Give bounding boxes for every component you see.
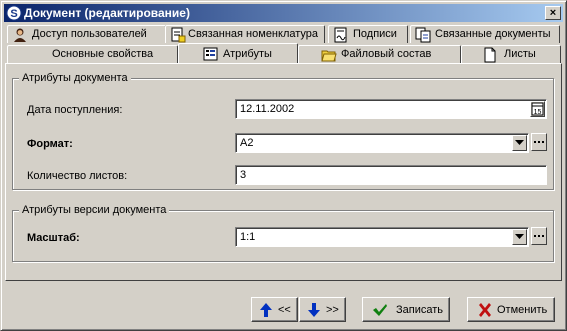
arrow-up-icon: [260, 303, 272, 317]
tab-label: Файловый состав: [341, 48, 432, 60]
cancel-label: Отменить: [497, 304, 548, 316]
previous-label: <<: [278, 304, 291, 316]
scale-label: Масштаб:: [27, 232, 80, 244]
date-label: Дата поступления:: [27, 104, 123, 116]
scale-select[interactable]: 1:1: [235, 227, 529, 247]
next-button[interactable]: >>: [299, 297, 346, 322]
svg-text:S: S: [10, 8, 17, 20]
user-icon: [14, 28, 26, 42]
format-select[interactable]: A2: [235, 133, 529, 153]
previous-button[interactable]: <<: [251, 297, 298, 322]
tab-attributes[interactable]: Атрибуты: [178, 43, 298, 63]
checkmark-icon: [373, 304, 387, 316]
document-attributes-group: Атрибуты документа Дата поступления: 12.…: [12, 72, 554, 190]
sheets-count-field[interactable]: 3: [235, 165, 547, 185]
format-value: A2: [240, 137, 254, 149]
window-title: Документ (редактирование): [24, 6, 190, 20]
tab-label: Основные свойства: [52, 48, 154, 60]
format-dropdown-button[interactable]: [512, 135, 527, 151]
date-field[interactable]: 12.11.2002 15: [235, 99, 547, 119]
cross-icon: [479, 303, 491, 317]
tab-file-composition[interactable]: Файловый состав: [298, 45, 461, 63]
calendar-button[interactable]: 15: [530, 101, 545, 117]
format-label: Формат:: [27, 138, 73, 150]
next-label: >>: [326, 304, 339, 316]
app-icon: S: [6, 5, 22, 21]
close-icon: ×: [549, 7, 557, 19]
tab-linked-nomenclature[interactable]: Связанная номенклатура: [165, 25, 325, 43]
group-title: Атрибуты версии документа: [19, 204, 170, 217]
arrow-down-icon: [308, 303, 320, 317]
folder-icon: [321, 50, 337, 62]
sheets-count-value: 3: [240, 169, 247, 181]
signature-icon: [334, 27, 347, 43]
date-value: 12.11.2002: [240, 103, 295, 115]
save-label: Записать: [396, 304, 444, 316]
svg-text:15: 15: [534, 109, 542, 116]
chevron-down-icon: [515, 234, 524, 239]
document-edit-window: S Документ (редактирование) × Доступ пол…: [0, 0, 567, 331]
format-ellipsis-button[interactable]: [531, 133, 547, 151]
tab-label: Связанные документы: [435, 28, 551, 40]
tab-label: Связанная номенклатура: [188, 28, 319, 40]
scale-dropdown-button[interactable]: [512, 229, 527, 245]
tab-signatures[interactable]: Подписи: [328, 25, 408, 43]
tab-label: Листы: [504, 48, 536, 60]
sheets-count-label: Количество листов:: [27, 170, 128, 182]
tab-user-access[interactable]: Доступ пользователей: [7, 25, 166, 43]
version-attributes-group: Атрибуты версии документа Масштаб: 1:1: [12, 204, 554, 262]
close-button[interactable]: ×: [545, 6, 561, 20]
group-title: Атрибуты документа: [19, 72, 131, 85]
cancel-button[interactable]: Отменить: [467, 297, 555, 322]
calendar-icon: 15: [531, 102, 544, 116]
ellipsis-icon: [534, 235, 544, 237]
tab-label: Доступ пользователей: [32, 28, 147, 40]
tab-sheets[interactable]: Листы: [461, 45, 561, 63]
nomenclature-icon: [171, 27, 186, 43]
attributes-panel: Атрибуты документа Дата поступления: 12.…: [5, 63, 562, 281]
tab-linked-documents[interactable]: Связанные документы: [410, 25, 560, 43]
page-icon: [484, 47, 496, 63]
tab-label: Атрибуты: [223, 48, 272, 60]
scale-ellipsis-button[interactable]: [531, 227, 547, 245]
scale-value: 1:1: [240, 231, 256, 243]
linked-docs-icon: [415, 27, 431, 43]
attributes-icon: [203, 47, 218, 61]
tab-main-properties[interactable]: Основные свойства: [7, 45, 178, 63]
chevron-down-icon: [515, 140, 524, 145]
tab-label: Подписи: [353, 28, 397, 40]
save-button[interactable]: Записать: [362, 297, 450, 322]
title-bar[interactable]: S Документ (редактирование) ×: [4, 4, 563, 22]
ellipsis-icon: [534, 141, 544, 143]
